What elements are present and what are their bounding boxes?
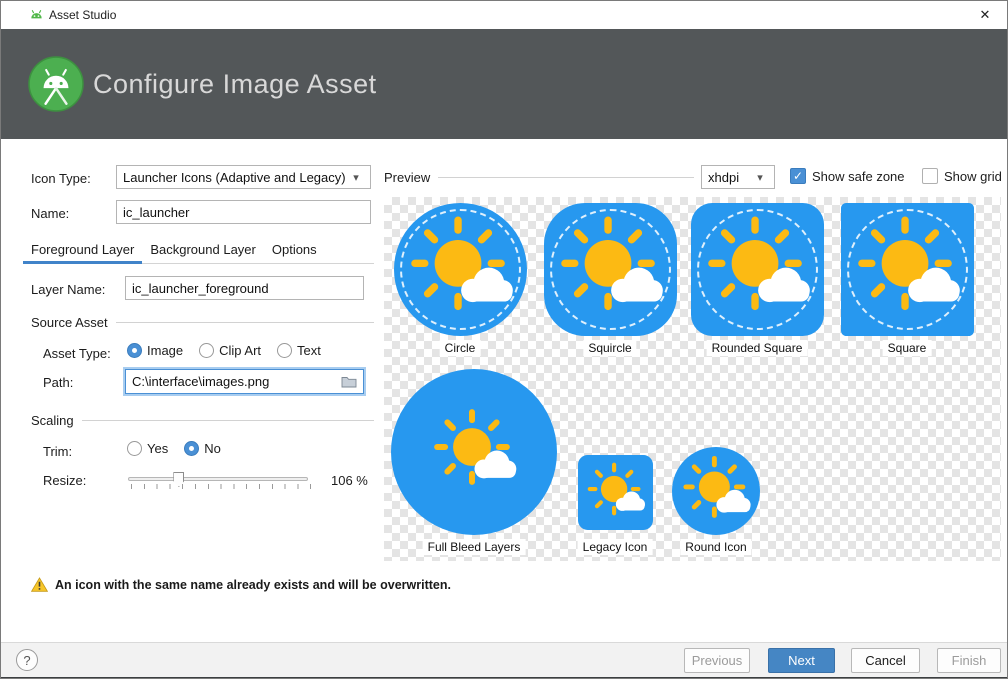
folder-icon xyxy=(341,375,357,388)
icon-type-dropdown[interactable]: Launcher Icons (Adaptive and Legacy) ▾ xyxy=(116,165,371,189)
show-grid-label: Show grid xyxy=(944,169,1002,184)
tile-label-circle: Circle xyxy=(440,340,481,356)
android-studio-logo-icon xyxy=(28,56,84,112)
asset-type-clipart-label: Clip Art xyxy=(219,343,261,358)
preview-tile-legacy xyxy=(578,455,653,530)
source-asset-section: Source Asset xyxy=(31,315,374,330)
radio-selected-icon xyxy=(127,343,142,358)
icon-type-label: Icon Type: xyxy=(31,171,91,186)
android-app-icon xyxy=(29,8,44,28)
dialog-header: Configure Image Asset xyxy=(1,29,1007,139)
preview-tile-circle xyxy=(394,203,527,336)
chevron-down-icon: ▾ xyxy=(348,171,364,184)
footer-bar: ? Previous Next Cancel Finish xyxy=(1,642,1007,678)
browse-folder-button[interactable] xyxy=(339,372,359,392)
sun-cloud-icon xyxy=(691,203,824,336)
tile-label-full-bleed: Full Bleed Layers xyxy=(423,539,526,555)
density-dropdown[interactable]: xhdpi ▾ xyxy=(701,165,775,189)
tile-label-legacy: Legacy Icon xyxy=(578,539,653,555)
preview-tile-round xyxy=(672,447,760,535)
sun-cloud-icon xyxy=(544,203,677,336)
tile-label-round: Round Icon xyxy=(680,539,751,555)
checkbox-checked-icon: ✓ xyxy=(790,168,806,184)
source-asset-section-label: Source Asset xyxy=(31,315,108,330)
asset-studio-window: Asset Studio ✕ Configure Image Asset Ico… xyxy=(0,0,1008,679)
resize-value: 106 % xyxy=(331,473,368,488)
preview-canvas: Circle Squircle Rounded Square Square Fu… xyxy=(384,197,1001,561)
resize-label: Resize: xyxy=(43,473,86,488)
sun-cloud-icon xyxy=(394,203,527,336)
asset-type-image-label: Image xyxy=(147,343,183,358)
trim-no-label: No xyxy=(204,441,221,456)
preview-tile-square xyxy=(841,203,974,336)
show-safe-zone-label: Show safe zone xyxy=(812,169,905,184)
scaling-section: Scaling xyxy=(31,413,374,428)
checkbox-unchecked-icon xyxy=(922,168,938,184)
divider xyxy=(116,322,374,323)
tab-options[interactable]: Options xyxy=(264,238,325,264)
sun-cloud-icon xyxy=(578,455,653,530)
asset-type-label: Asset Type: xyxy=(43,346,111,361)
check-icon: ✓ xyxy=(793,169,803,183)
titlebar: Asset Studio ✕ xyxy=(1,1,1007,29)
help-button[interactable]: ? xyxy=(16,649,38,671)
layer-name-input[interactable] xyxy=(125,276,364,300)
resize-slider[interactable] xyxy=(128,470,308,490)
trim-no-radio[interactable]: No xyxy=(184,441,221,456)
layer-tabs: Foreground Layer Background Layer Option… xyxy=(23,238,374,264)
asset-type-clipart-radio[interactable]: Clip Art xyxy=(199,343,261,358)
path-label: Path: xyxy=(43,375,73,390)
preview-section: Preview xyxy=(384,170,694,185)
warning-row: An icon with the same name already exist… xyxy=(31,577,451,592)
density-value: xhdpi xyxy=(708,170,752,185)
sun-cloud-icon xyxy=(841,203,974,336)
finish-button[interactable]: Finish xyxy=(937,648,1001,673)
sun-cloud-icon xyxy=(672,447,760,535)
preview-tile-squircle xyxy=(544,203,677,336)
cancel-button[interactable]: Cancel xyxy=(851,648,920,673)
slider-track xyxy=(128,477,308,481)
name-input[interactable] xyxy=(116,200,371,224)
divider xyxy=(438,177,694,178)
trim-yes-radio[interactable]: Yes xyxy=(127,441,168,456)
preview-section-label: Preview xyxy=(384,170,430,185)
name-label: Name: xyxy=(31,206,69,221)
tile-label-squircle: Squircle xyxy=(583,340,636,356)
path-input[interactable]: C:\interface\images.png xyxy=(125,369,364,394)
trim-yes-label: Yes xyxy=(147,441,168,456)
radio-icon xyxy=(277,343,292,358)
tile-label-square: Square xyxy=(883,340,932,356)
divider xyxy=(82,420,374,421)
tab-foreground-layer[interactable]: Foreground Layer xyxy=(23,238,142,264)
asset-type-image-radio[interactable]: Image xyxy=(127,343,183,358)
sun-cloud-icon xyxy=(391,369,557,535)
warning-text: An icon with the same name already exist… xyxy=(55,578,451,592)
previous-button[interactable]: Previous xyxy=(684,648,750,673)
tile-label-rounded-square: Rounded Square xyxy=(707,340,808,356)
asset-type-text-radio[interactable]: Text xyxy=(277,343,321,358)
show-safe-zone-checkbox[interactable]: ✓ Show safe zone xyxy=(790,168,905,184)
next-button[interactable]: Next xyxy=(768,648,835,673)
window-title: Asset Studio xyxy=(49,8,116,22)
radio-selected-icon xyxy=(184,441,199,456)
radio-icon xyxy=(127,441,142,456)
close-icon[interactable]: ✕ xyxy=(963,1,1007,29)
layer-name-label: Layer Name: xyxy=(31,282,105,297)
radio-icon xyxy=(199,343,214,358)
trim-radio-group: Yes No xyxy=(127,441,221,456)
slider-ticks xyxy=(131,484,311,489)
asset-type-text-label: Text xyxy=(297,343,321,358)
page-title: Configure Image Asset xyxy=(93,69,377,100)
chevron-down-icon: ▾ xyxy=(752,171,768,184)
preview-tile-rounded-square xyxy=(691,203,824,336)
asset-type-radio-group: Image Clip Art Text xyxy=(127,343,321,358)
preview-tile-full-bleed xyxy=(391,369,557,535)
warning-icon xyxy=(31,577,48,592)
tab-background-layer[interactable]: Background Layer xyxy=(142,238,264,264)
path-value: C:\interface\images.png xyxy=(132,374,339,389)
icon-type-value: Launcher Icons (Adaptive and Legacy) xyxy=(123,170,348,185)
show-grid-checkbox[interactable]: Show grid xyxy=(922,168,1002,184)
scaling-section-label: Scaling xyxy=(31,413,74,428)
trim-label: Trim: xyxy=(43,444,72,459)
